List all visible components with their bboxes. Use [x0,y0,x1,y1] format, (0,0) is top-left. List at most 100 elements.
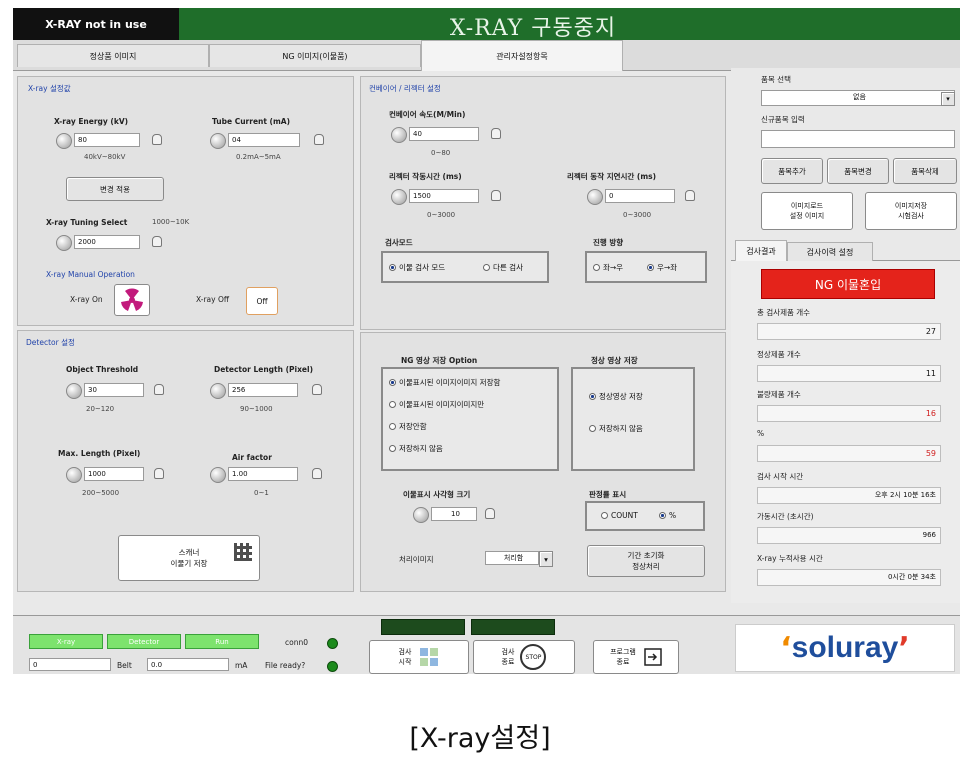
reject-time-input[interactable]: 1500 [409,189,479,203]
xray-on-button[interactable] [114,284,150,316]
ng-option-2-label: 이물표시된 이미지이미지만 [399,400,485,409]
ng-option-3[interactable]: 저장안함 [389,421,427,432]
ng-option-3-label: 저장안함 [399,422,427,431]
direction-option-2[interactable]: 우→좌 [647,262,677,273]
exit-label: 프로그램 종료 [610,647,636,667]
add-product-button[interactable]: 품목추가 [761,158,823,184]
xray-settings-title: X-ray 설정값 [28,84,71,93]
reject-delay-knob[interactable] [587,189,603,205]
tab-results[interactable]: 검사결과 [735,240,787,261]
radio[interactable] [589,425,596,432]
start-inspection-button[interactable]: 검사 시작 [369,640,469,674]
lock-icon[interactable] [154,468,164,479]
lock-icon[interactable] [485,508,495,519]
reject-time-knob[interactable] [391,189,407,205]
radio[interactable] [593,264,600,271]
exit-icon [644,648,662,666]
radio[interactable] [389,401,396,408]
direction-option-2-label: 우→좌 [657,263,678,272]
radio-selected[interactable] [647,264,654,271]
normal-save-option-2[interactable]: 저장하지 않음 [589,423,643,434]
reset-button[interactable]: 기간 초기화 정상처리 [587,545,705,577]
rate-display-percent-label: % [669,511,677,520]
dropdown-arrow-icon[interactable]: ▾ [539,551,553,567]
max-length-label: Max. Length (Pixel) [58,449,141,458]
lock-icon[interactable] [152,134,162,145]
conveyor-title: 컨베이어 / 리젝터 설정 [369,84,441,93]
max-length-knob[interactable] [66,467,82,483]
energy-input[interactable]: 80 [74,133,140,147]
tab-ng-image[interactable]: NG 이미지(이물품) [209,44,421,67]
stop-inspection-button[interactable]: 검사 종료 STOP [473,640,575,674]
air-factor-input[interactable]: 1.00 [228,467,298,481]
normal-save-option-1[interactable]: 정상영상 저장 [589,391,643,402]
direction-group: 좌→우 우→좌 [585,251,707,283]
air-factor-knob[interactable] [210,467,226,483]
object-threshold-input[interactable]: 30 [84,383,144,397]
conveyor-speed-label: 컨베이어 속도(M/Min) [389,110,466,119]
direction-option-1-label: 좌→우 [603,263,624,272]
current-input[interactable]: 04 [228,133,300,147]
object-threshold-knob[interactable] [66,383,82,399]
timing-input[interactable]: 2000 [74,235,140,249]
tab-history-settings[interactable]: 검사이력 설정 [787,242,873,261]
load-image-button[interactable]: 이미지로드 설정 이미지 [761,192,853,230]
apply-button[interactable]: 변경 적용 [66,177,164,201]
dropdown-arrow-icon[interactable]: ▾ [941,92,955,106]
lock-icon[interactable] [152,236,162,247]
direction-option-1[interactable]: 좌→우 [593,262,623,273]
max-length-input[interactable]: 1000 [84,467,144,481]
radio[interactable] [601,512,608,519]
ng-option-2[interactable]: 이물표시된 이미지이미지만 [389,399,484,410]
conveyor-speed-knob[interactable] [391,127,407,143]
detector-length-input[interactable]: 256 [228,383,298,397]
load-image-line2: 설정 이미지 [789,212,825,220]
save-image-button[interactable]: 이미지저장 시험검사 [865,192,957,230]
radio-selected[interactable] [389,379,396,386]
radio[interactable] [389,445,396,452]
rate-display-group: COUNT % [585,501,705,531]
ng-option-1[interactable]: 이물표시된 이미지이미지 저장함 [389,377,500,388]
product-select[interactable]: 없음 [761,90,955,106]
stop-icon: STOP [520,644,547,670]
lock-icon[interactable] [312,384,322,395]
rate-display-percent[interactable]: % [659,511,676,520]
new-product-input[interactable] [761,130,955,148]
edit-product-button[interactable]: 품목변경 [827,158,889,184]
timing-knob[interactable] [56,235,72,251]
energy-knob[interactable] [56,133,72,149]
detector-length-knob[interactable] [210,383,226,399]
reject-delay-range: 0~3000 [623,211,652,219]
lock-icon[interactable] [491,190,501,201]
process-image-select[interactable]: 처리함 [485,551,539,565]
tab-normal-image[interactable]: 정상품 이미지 [17,44,209,67]
xray-off-button[interactable]: Off [246,287,278,315]
tab-bar: 정상품 이미지 NG 이미지(이물품) 관리자설정항목 [13,40,960,71]
lock-icon[interactable] [491,128,501,139]
conveyor-speed-input[interactable]: 40 [409,127,479,141]
detect-mode-option-1[interactable]: 이물 검사 모드 [389,262,445,273]
lock-icon[interactable] [312,468,322,479]
xray-on-label: X-ray On [70,295,103,304]
tab-admin-settings[interactable]: 관리자설정항목 [421,40,623,71]
reject-delay-input[interactable]: 0 [605,189,675,203]
delete-product-button[interactable]: 품목삭제 [893,158,957,184]
exit-program-button[interactable]: 프로그램 종료 [593,640,679,674]
rate-display-count[interactable]: COUNT [601,511,638,520]
ng-option-4[interactable]: 저장하지 않음 [389,443,443,454]
marker-size-input[interactable]: 10 [431,507,477,521]
lock-icon[interactable] [154,384,164,395]
radio-selected[interactable] [589,393,596,400]
radio[interactable] [483,264,490,271]
logo-text: soluray [791,631,899,664]
radio[interactable] [389,423,396,430]
lock-icon[interactable] [685,190,695,201]
marker-size-knob[interactable] [413,507,429,523]
radio-selected[interactable] [389,264,396,271]
current-knob[interactable] [210,133,226,149]
energy-range: 40kV~80kV [84,153,126,161]
lock-icon[interactable] [314,134,324,145]
detect-mode-option-2[interactable]: 다른 검사 [483,262,523,273]
scan-button-line1: 스캐너 [178,548,200,557]
radio-selected[interactable] [659,512,666,519]
